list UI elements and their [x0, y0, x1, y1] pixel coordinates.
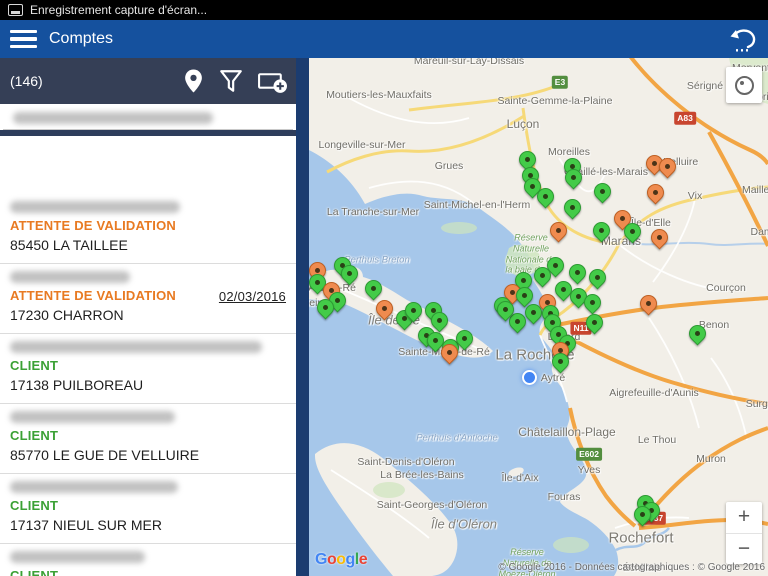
zoom-out-button[interactable]: − [726, 532, 762, 565]
account-list-item[interactable]: ATTENTE DE VALIDATION 85450 LA TAILLEE [0, 194, 296, 264]
undo-icon [730, 29, 756, 52]
account-city: 85770 LE GUE DE VELLUIRE [10, 447, 200, 463]
google-logo-letter: e [358, 551, 368, 568]
redacted-account-name [10, 201, 180, 213]
android-status-bar: Enregistrement capture d'écran... [0, 0, 768, 20]
google-logo-letter: o [336, 551, 346, 568]
status-badge: ATTENTE DE VALIDATION [10, 288, 176, 303]
account-list-item[interactable]: CLIENT 17138 PUILBOREAU [0, 334, 296, 404]
hamburger-menu-icon[interactable] [7, 27, 40, 52]
redacted-name [13, 112, 213, 124]
account-list-item[interactable]: CLIENT 17137 NIEUL SUR MER [0, 474, 296, 544]
account-list-item[interactable]: CLIENT 85770 LE GUE DE VELLUIRE [0, 404, 296, 474]
account-city: 17230 CHARRON [10, 307, 124, 323]
google-map[interactable]: Mareuil-sur-Lay-Dissais Moutiers-les-Maux… [309, 58, 768, 576]
filter-icon[interactable] [218, 68, 244, 94]
redacted-account-name [10, 481, 178, 493]
account-list-item[interactable]: CLIENT17138 PUILBOREAU [0, 544, 296, 576]
panel-map-divider [296, 58, 309, 576]
google-logo-letter: o [326, 551, 337, 568]
page-title: Comptes [49, 30, 114, 47]
add-account-icon[interactable] [257, 69, 288, 94]
zoom-controls: + − [726, 502, 762, 564]
status-badge: ATTENTE DE VALIDATION [10, 218, 176, 233]
zoom-in-button[interactable]: + [726, 502, 762, 533]
account-list-item-partial[interactable] [3, 104, 293, 130]
account-list: ATTENTE DE VALIDATION 85450 LA TAILLEE ATT… [0, 194, 296, 576]
user-location-dot [521, 369, 537, 385]
status-badge: CLIENT [10, 358, 59, 373]
redacted-account-name [10, 411, 175, 423]
account-city: 17138 PUILBOREAU [10, 377, 144, 393]
account-list-item[interactable]: ATTENTE DE VALIDATION 02/03/2016 17230 CHA… [0, 264, 296, 334]
accounts-panel-header: (146) [0, 58, 296, 104]
status-badge: CLIENT [10, 428, 59, 443]
redacted-account-name [10, 271, 130, 283]
list-section-separator [0, 130, 296, 136]
account-date: 02/03/2016 [218, 289, 286, 304]
account-count: (146) [10, 73, 43, 89]
accounts-panel: (146) ATTENTE DE VALIDATION 85450 LA TAI… [0, 58, 296, 576]
redacted-account-name [10, 551, 145, 563]
content: (146) ATTENTE DE VALIDATION 85450 LA TAI… [0, 58, 768, 576]
app-bar: Comptes [0, 20, 768, 58]
google-logo-letter: G [315, 551, 327, 568]
undo-button[interactable] [728, 26, 758, 52]
status-badge: CLIENT [10, 568, 59, 576]
road-shield: E3 [551, 75, 569, 89]
screenshot-notification-icon [8, 4, 23, 16]
road-shield: E602 [576, 447, 602, 461]
account-city: 17137 NIEUL SUR MER [10, 517, 162, 533]
redacted-account-name [10, 341, 262, 353]
status-bar-text: Enregistrement capture d'écran... [30, 3, 208, 17]
google-logo: Google [315, 551, 368, 569]
google-logo-letter: g [345, 551, 356, 568]
map-attribution: © Google 2016 - Données cartographiques … [498, 562, 765, 573]
map-pin-icon[interactable] [182, 68, 205, 94]
my-location-icon [734, 75, 754, 95]
road-shield: A83 [674, 111, 696, 125]
my-location-button[interactable] [726, 67, 762, 103]
screen: Enregistrement capture d'écran... Compte… [0, 0, 768, 576]
account-city: 85450 LA TAILLEE [10, 237, 128, 253]
status-badge: CLIENT [10, 498, 59, 513]
